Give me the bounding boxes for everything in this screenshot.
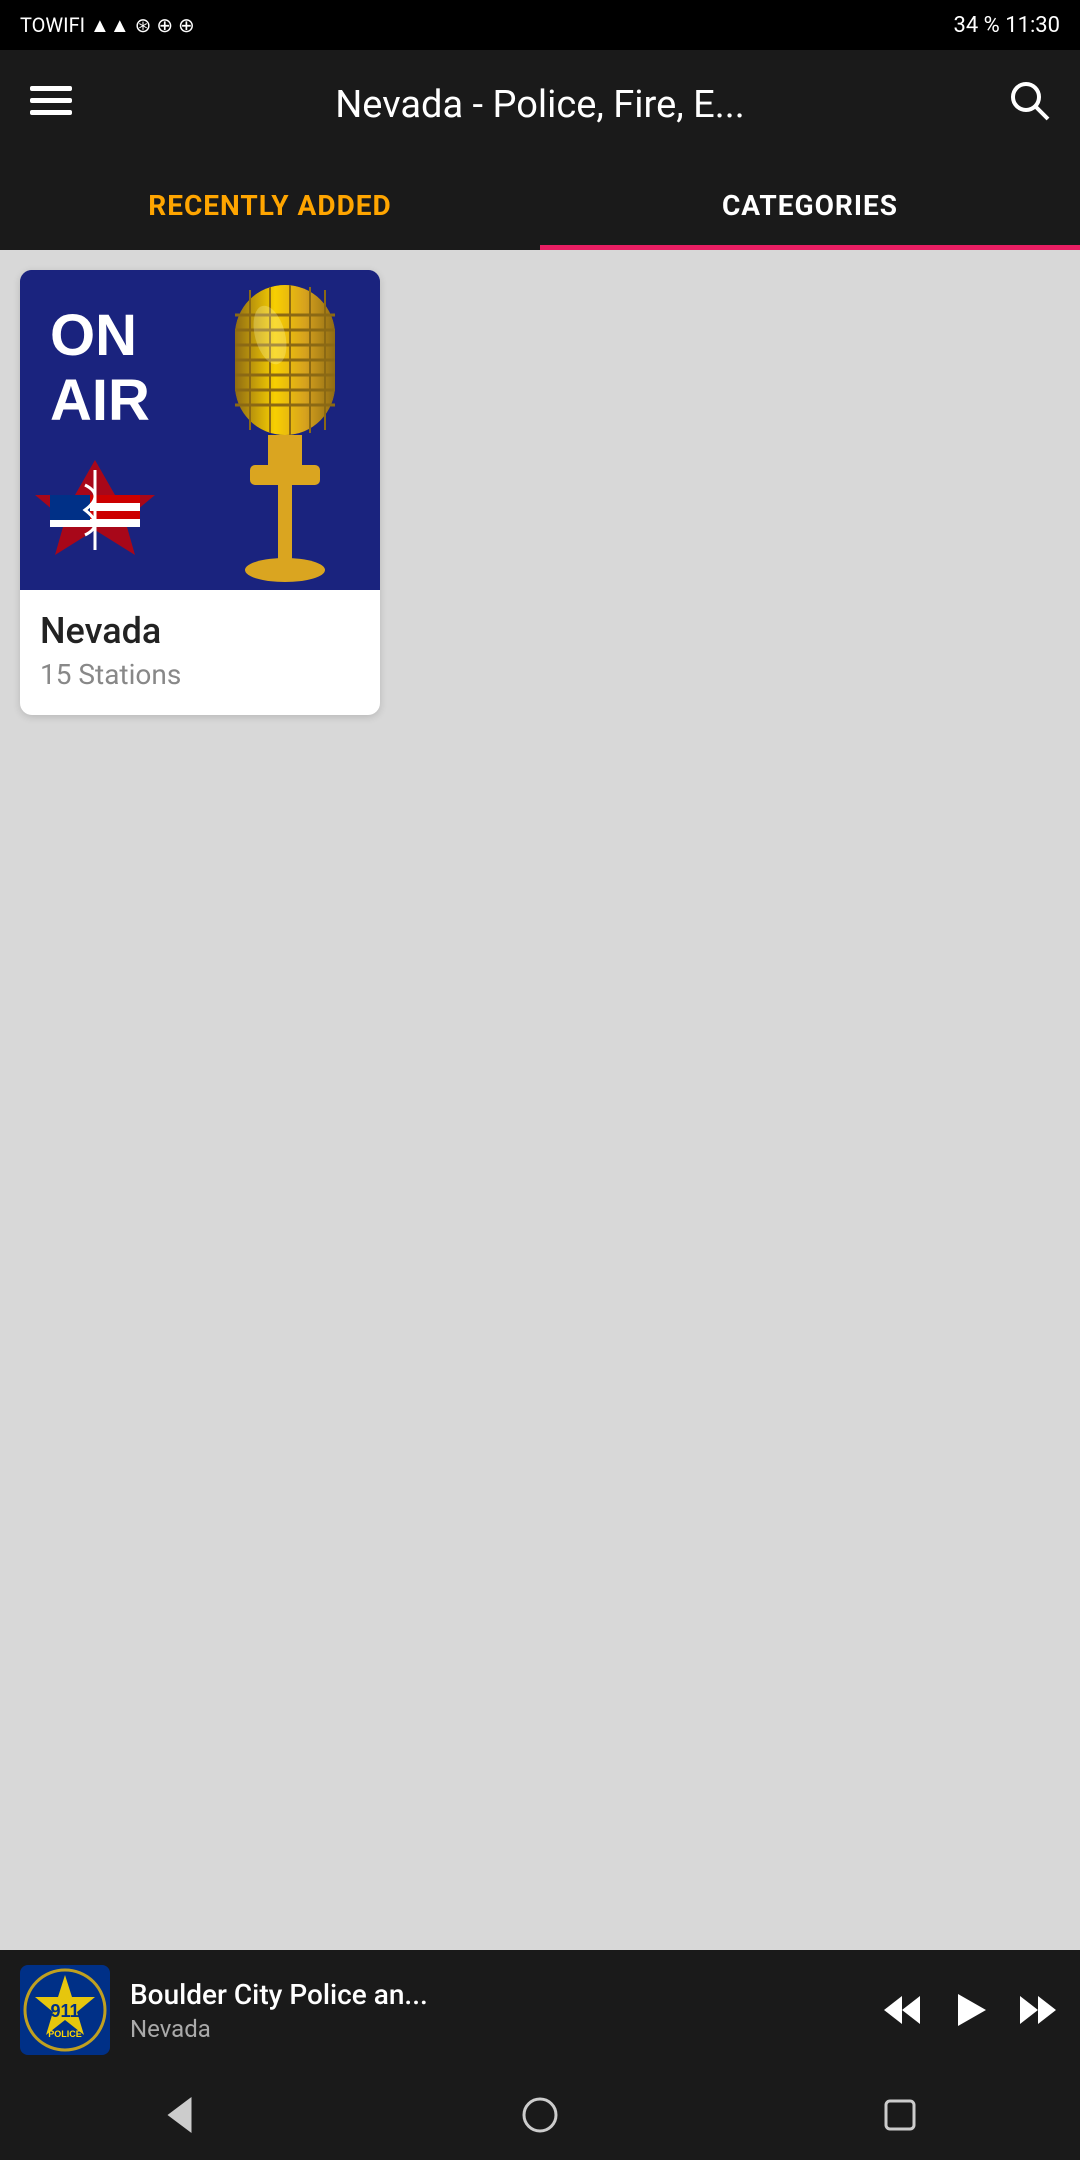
search-icon[interactable] — [1008, 79, 1050, 132]
station-card[interactable]: ON AIR — [20, 270, 380, 715]
bottom-player: 911 POLICE Boulder City Police an... Nev… — [0, 1950, 1080, 2070]
status-icons: TOWIFI ▲▲ ⊛ ⊕ ⊕ — [20, 13, 195, 38]
player-info: Boulder City Police an... Nevada — [130, 1978, 860, 2043]
player-logo-svg: 911 POLICE — [20, 1965, 110, 2055]
recents-button[interactable] — [860, 2075, 940, 2155]
card-name: Nevada — [40, 610, 360, 652]
forward-button[interactable] — [1016, 1988, 1060, 2032]
player-title: Boulder City Police an... — [130, 1978, 860, 2011]
back-button[interactable] — [140, 2075, 220, 2155]
svg-text:911: 911 — [50, 2001, 79, 2021]
svg-text:AIR: AIR — [50, 368, 150, 433]
player-logo: 911 POLICE — [20, 1965, 110, 2055]
tab-recently-added[interactable]: RECENTLY ADDED — [0, 160, 540, 250]
status-bar-left: TOWIFI ▲▲ ⊛ ⊕ ⊕ — [20, 13, 195, 38]
menu-icon[interactable] — [30, 79, 72, 132]
play-button[interactable] — [948, 1988, 992, 2032]
tab-categories[interactable]: CATEGORIES — [540, 160, 1080, 250]
app-bar: Nevada - Police, Fire, E... — [0, 50, 1080, 160]
rewind-button[interactable] — [880, 1988, 924, 2032]
status-bar: TOWIFI ▲▲ ⊛ ⊕ ⊕ 34 % 11:30 — [0, 0, 1080, 50]
page-title: Nevada - Police, Fire, E... — [72, 83, 1008, 127]
tab-bar: RECENTLY ADDED CATEGORIES — [0, 160, 1080, 250]
card-artwork: ON AIR — [20, 270, 380, 590]
card-info: Nevada 15 Stations — [20, 590, 380, 715]
player-subtitle: Nevada — [130, 2015, 860, 2043]
nav-bar — [0, 2070, 1080, 2160]
svg-text:POLICE: POLICE — [48, 2029, 82, 2039]
home-button[interactable] — [500, 2075, 580, 2155]
content-area: ON AIR — [0, 250, 1080, 1950]
status-bar-right: 34 % 11:30 — [953, 13, 1060, 38]
svg-text:ON: ON — [50, 303, 137, 368]
card-image: ON AIR — [20, 270, 380, 590]
battery-time: 34 % 11:30 — [953, 13, 1060, 38]
player-controls — [880, 1988, 1060, 2032]
card-subtitle: 15 Stations — [40, 658, 360, 691]
